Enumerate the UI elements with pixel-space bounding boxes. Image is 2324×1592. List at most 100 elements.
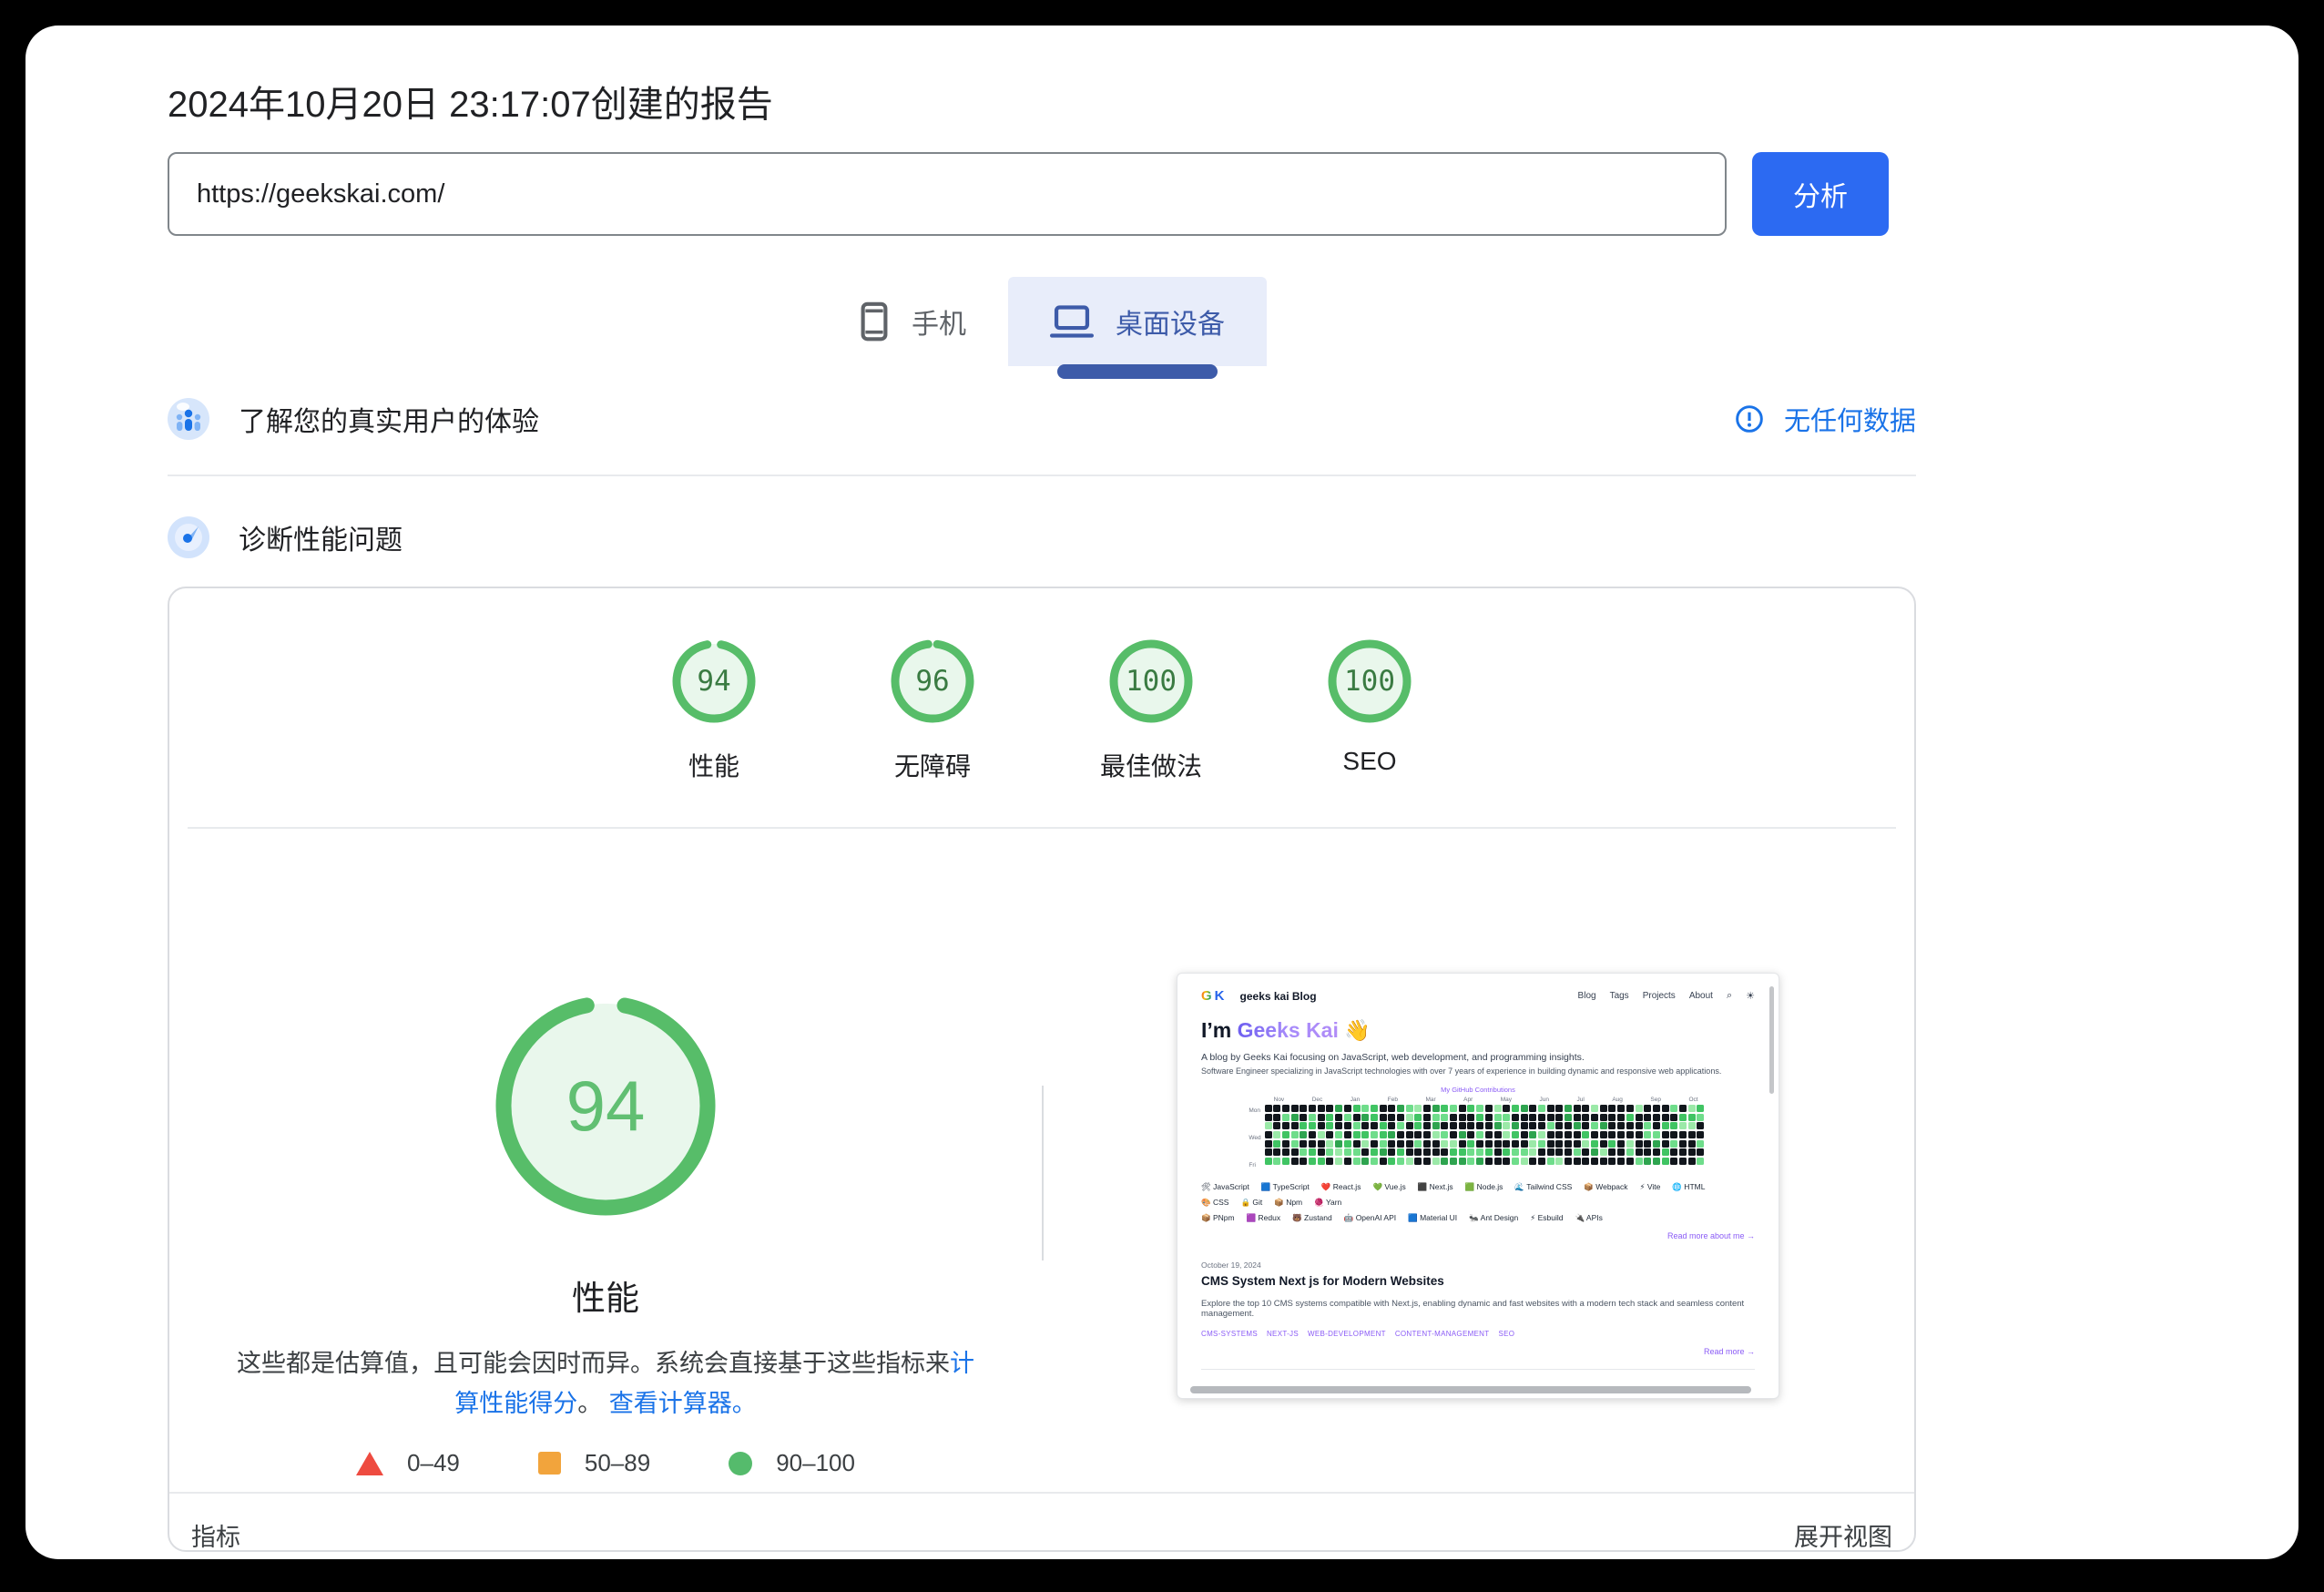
heatmap-cell xyxy=(1423,1158,1431,1166)
heatmap-cell xyxy=(1546,1105,1554,1112)
heatmap-cell xyxy=(1432,1148,1440,1157)
heatmap-cell xyxy=(1503,1139,1511,1148)
heatmap-cell xyxy=(1414,1113,1422,1121)
heatmap-cell xyxy=(1599,1113,1607,1121)
heatmap-cell xyxy=(1423,1105,1431,1112)
tech-badge-tailwind-css: 🌊 Tailwind CSS xyxy=(1514,1182,1573,1191)
heatmap-cell xyxy=(1264,1158,1272,1166)
heatmap-cell xyxy=(1273,1139,1281,1148)
heatmap-cell xyxy=(1326,1122,1334,1130)
heatmap-cell xyxy=(1511,1139,1519,1148)
heatmap-cell xyxy=(1678,1131,1687,1139)
heatmap-cell xyxy=(1484,1148,1493,1157)
post-tag-next-js: NEXT-JS xyxy=(1266,1330,1299,1338)
heatmap-cell xyxy=(1326,1158,1334,1166)
category-score-无障碍[interactable]: 96 无障碍 xyxy=(841,638,1024,783)
tech-badge-vite: ⚡ Vite xyxy=(1639,1182,1661,1191)
heatmap-cell xyxy=(1484,1122,1493,1130)
tab-mobile[interactable]: 手机 xyxy=(817,277,1008,366)
heatmap-cell xyxy=(1670,1139,1678,1148)
heatmap-cell xyxy=(1414,1139,1422,1148)
heatmap-cell xyxy=(1396,1105,1404,1112)
users-icon xyxy=(168,398,209,440)
url-input[interactable] xyxy=(168,152,1727,236)
heatmap-cell xyxy=(1599,1139,1607,1148)
heatmap-cell xyxy=(1361,1148,1370,1157)
heatmap-cell xyxy=(1264,1113,1272,1121)
category-score-SEO[interactable]: 100 SEO xyxy=(1279,638,1461,783)
heatmap-cell xyxy=(1450,1122,1458,1130)
heatmap-cell xyxy=(1697,1148,1705,1157)
heatmap-cell xyxy=(1484,1139,1493,1148)
heatmap-month-label: Jan xyxy=(1350,1097,1361,1103)
heatmap-cell xyxy=(1582,1158,1590,1166)
heatmap-cell xyxy=(1565,1113,1572,1121)
heatmap-cell xyxy=(1343,1131,1351,1139)
heatmap-cell xyxy=(1379,1113,1387,1121)
heatmap-cell xyxy=(1396,1148,1404,1157)
heatmap-cell xyxy=(1626,1105,1634,1112)
heatmap-cell xyxy=(1573,1122,1581,1130)
heatmap-cell xyxy=(1591,1139,1599,1148)
legend-triangle-icon xyxy=(356,1451,384,1475)
heatmap-cell xyxy=(1678,1113,1687,1121)
heatmap-cell xyxy=(1520,1158,1528,1166)
expand-view-link[interactable]: 展开视图 xyxy=(1794,1517,1892,1553)
performance-gauge[interactable]: 94 xyxy=(493,993,719,1223)
category-score-性能[interactable]: 94 性能 xyxy=(623,638,805,783)
heatmap-cell xyxy=(1608,1122,1616,1130)
legend-item-50–89: 50–89 xyxy=(537,1449,650,1477)
heatmap-cell xyxy=(1493,1113,1502,1121)
hero-heading: I’m Geeks Kai 👋 xyxy=(1201,1018,1371,1042)
heatmap-cell xyxy=(1529,1139,1537,1148)
heatmap-cell xyxy=(1599,1105,1607,1112)
heatmap-cell xyxy=(1405,1131,1413,1139)
heatmap-cell xyxy=(1282,1105,1289,1112)
heatmap-cell xyxy=(1476,1122,1484,1130)
post-excerpt: Explore the top 10 CMS systems compatibl… xyxy=(1201,1299,1745,1319)
performance-report-card: 94 性能 96 无障碍 100 最佳做法 100 SEO 94 性能 这些都是估算值，且可能… xyxy=(168,587,1916,1552)
heatmap-cell xyxy=(1273,1148,1281,1157)
heatmap-cell xyxy=(1591,1105,1599,1112)
view-calculator-link[interactable]: 查看计算器。 xyxy=(609,1390,757,1417)
heatmap-cell xyxy=(1432,1139,1440,1148)
tech-badge-yarn: 🧶 Yarn xyxy=(1314,1198,1342,1207)
theme-sun-icon: ☀ xyxy=(1746,991,1755,1002)
score-label: 性能 xyxy=(688,752,739,781)
category-score-最佳做法[interactable]: 100 最佳做法 xyxy=(1060,638,1242,783)
heatmap-cell xyxy=(1300,1148,1308,1157)
heatmap-cell xyxy=(1644,1122,1652,1130)
post-tag-content-management: CONTENT-MANAGEMENT xyxy=(1394,1330,1490,1338)
site-nav-tags: Tags xyxy=(1609,991,1629,1001)
tech-badge-pnpm: 📦 PNpm xyxy=(1201,1213,1235,1222)
score-legend: 0–49 50–89 90–100 xyxy=(356,1449,855,1477)
heatmap-cell xyxy=(1300,1131,1308,1139)
thumb-vertical-scrollbar xyxy=(1769,986,1774,1094)
tab-mobile-label: 手机 xyxy=(912,310,966,340)
heatmap-cell xyxy=(1661,1131,1669,1139)
legend-range: 0–49 xyxy=(407,1449,460,1476)
heatmap-cell xyxy=(1484,1113,1493,1121)
heatmap-cell xyxy=(1503,1105,1511,1112)
heatmap-cell xyxy=(1335,1139,1343,1148)
heatmap-cell xyxy=(1458,1113,1466,1121)
heatmap-month-label: Jun xyxy=(1539,1097,1550,1103)
heatmap-cell xyxy=(1661,1122,1669,1130)
heatmap-cell xyxy=(1670,1158,1678,1166)
heatmap-cell xyxy=(1441,1113,1449,1121)
heatmap-cell xyxy=(1635,1113,1643,1121)
heatmap-grid xyxy=(1264,1105,1707,1166)
heatmap-cell xyxy=(1352,1139,1361,1148)
post-date: October 19, 2024 xyxy=(1201,1260,1261,1270)
heatmap-cell xyxy=(1582,1113,1590,1121)
heatmap-cell xyxy=(1520,1148,1528,1157)
heatmap-cell xyxy=(1573,1105,1581,1112)
heatmap-cell xyxy=(1582,1131,1590,1139)
heatmap-cell xyxy=(1290,1158,1299,1166)
heatmap-cell xyxy=(1546,1158,1554,1166)
analyze-button[interactable]: 分析 xyxy=(1752,152,1889,236)
no-data-link[interactable]: 无任何数据 xyxy=(1735,400,1916,438)
tab-desktop[interactable]: 桌面设备 xyxy=(1008,277,1267,379)
heatmap-cell xyxy=(1555,1105,1564,1112)
heatmap-cell xyxy=(1414,1131,1422,1139)
